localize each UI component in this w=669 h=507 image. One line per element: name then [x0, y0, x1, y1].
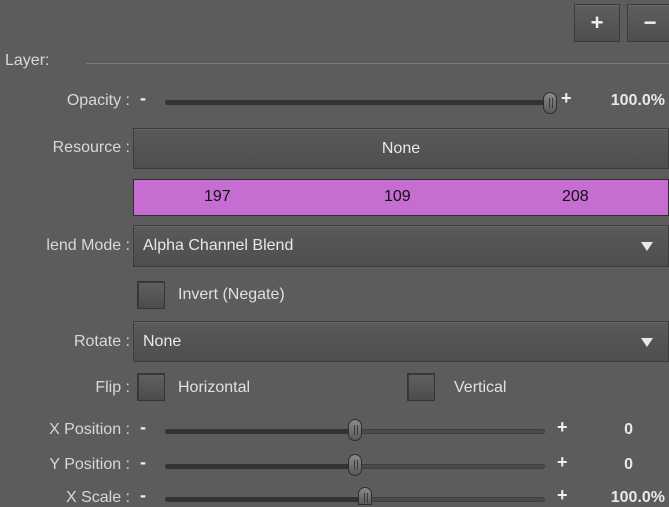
opacity-slider-fill — [165, 100, 548, 105]
flip-vertical-label: Vertical — [454, 379, 507, 396]
flip-horizontal-label: Horizontal — [178, 379, 251, 396]
remove-button[interactable]: − — [627, 4, 669, 42]
x-position-slider-handle[interactable] — [348, 419, 362, 441]
y-position-slider-fill — [165, 464, 355, 469]
blend-mode-value: Alpha Channel Blend — [143, 237, 294, 254]
x-scale-slider-fill — [165, 497, 365, 502]
x-scale-increase-button[interactable]: + — [557, 485, 568, 506]
x-position-decrease-button[interactable]: - — [140, 417, 146, 438]
opacity-label: Opacity : — [66, 92, 130, 109]
y-position-increase-button[interactable]: + — [557, 452, 568, 473]
add-button[interactable]: + — [574, 4, 620, 42]
blend-mode-label: lend Mode : — [46, 237, 130, 254]
opacity-slider-handle[interactable] — [543, 92, 557, 114]
rotate-label: Rotate : — [73, 333, 130, 350]
invert-label: Invert (Negate) — [178, 286, 285, 303]
x-scale-decrease-button[interactable]: - — [140, 485, 146, 506]
chevron-down-icon — [641, 338, 653, 347]
layer-title: Layer: — [5, 52, 50, 69]
opacity-increase-button[interactable]: + — [561, 88, 572, 109]
chevron-down-icon — [641, 242, 653, 251]
x-scale-value: 100.0% — [610, 489, 665, 506]
invert-checkbox[interactable] — [137, 281, 165, 309]
x-scale-slider-handle[interactable] — [358, 487, 372, 505]
rotate-select[interactable]: None — [133, 321, 669, 362]
resource-value: None — [381, 139, 421, 157]
x-position-slider-fill — [165, 429, 355, 434]
flip-label: Flip : — [95, 379, 130, 396]
blend-mode-select[interactable]: Alpha Channel Blend — [133, 225, 669, 267]
layer-divider — [86, 63, 669, 64]
y-position-value: 0 — [624, 456, 633, 473]
x-scale-label: X Scale : — [65, 489, 130, 506]
color-green-value[interactable]: 109 — [384, 188, 411, 206]
opacity-value: 100.0% — [610, 92, 665, 109]
x-position-label: X Position : — [49, 421, 130, 438]
y-position-slider-handle[interactable] — [348, 454, 362, 476]
x-position-increase-button[interactable]: + — [557, 417, 568, 438]
flip-horizontal-checkbox[interactable] — [137, 373, 165, 401]
color-blue-value[interactable]: 208 — [562, 188, 589, 206]
rotate-value: None — [143, 333, 182, 350]
resource-label: Resource : — [52, 139, 130, 156]
flip-vertical-checkbox[interactable] — [407, 373, 435, 401]
x-position-value: 0 — [624, 421, 633, 438]
opacity-decrease-button[interactable]: - — [140, 88, 146, 109]
y-position-label: Y Position : — [49, 456, 130, 473]
color-red-value[interactable]: 197 — [204, 188, 231, 206]
resource-select[interactable]: None — [133, 128, 669, 169]
y-position-decrease-button[interactable]: - — [140, 452, 146, 473]
color-swatch[interactable]: 197 109 208 — [133, 179, 669, 216]
